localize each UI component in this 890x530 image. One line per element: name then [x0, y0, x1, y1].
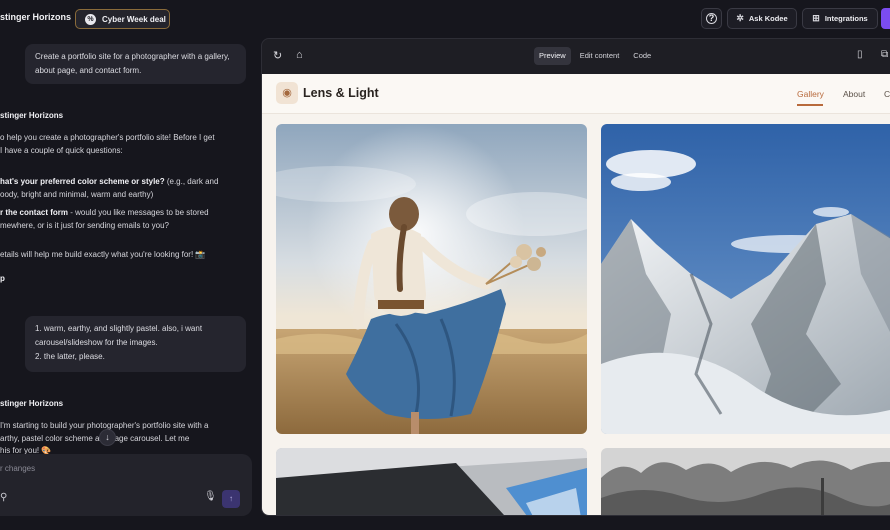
- brand-name: stinger Horizons: [0, 12, 72, 22]
- gallery-photo-woman-field[interactable]: [276, 124, 587, 434]
- tab-code[interactable]: Code: [628, 47, 656, 65]
- attach-icon[interactable]: ⚲: [0, 492, 7, 503]
- question-2-rest: - would you like messages to be stored: [68, 208, 209, 217]
- question-1-bold: hat's your preferred color scheme or sty…: [0, 177, 165, 186]
- ask-kodee-button[interactable]: ✲ Ask Kodee: [727, 8, 797, 29]
- gallery-photo-building[interactable]: [276, 448, 587, 515]
- percent-badge-icon: %: [85, 13, 96, 25]
- preview-tabs: Preview Edit content Code: [534, 47, 656, 65]
- question-1-line2: oody, bright and minimal, warm and earth…: [0, 189, 154, 199]
- message-line: 2. the latter, please.: [35, 352, 105, 361]
- send-arrow-icon[interactable]: ↑: [222, 490, 240, 508]
- preview-panel: ↻ ⌂ Preview Edit content Code ▯ ⧉ ◉ Lens…: [261, 38, 890, 516]
- question-2: r the contact form - would you like mess…: [0, 207, 245, 232]
- reply-line: arthy, pastel color scheme an image caro…: [0, 433, 190, 443]
- scroll-to-bottom-button[interactable]: ↓: [99, 429, 116, 446]
- grid-icon: ⊞: [812, 13, 820, 23]
- help-circle-icon: ?: [706, 13, 717, 24]
- active-nav-underline: [797, 104, 823, 106]
- building-image: [276, 448, 587, 515]
- assistant-reply-1: o help you create a photographer's portf…: [0, 132, 245, 157]
- site-header: ◉ Lens & Light Gallery About Co: [262, 74, 890, 114]
- nav-gallery[interactable]: Gallery: [797, 89, 824, 99]
- reply-closing: etails will help me build exactly what y…: [0, 250, 206, 259]
- tab-edit-content[interactable]: Edit content: [575, 47, 625, 65]
- composer-placeholder[interactable]: r changes: [0, 464, 35, 473]
- mountains-image: [601, 124, 890, 434]
- ask-kodee-label: Ask Kodee: [748, 14, 788, 23]
- collapsed-item: p: [0, 274, 5, 283]
- camera-icon: ◉: [276, 82, 298, 104]
- woman-field-image: [276, 124, 587, 434]
- arrow-down-icon: ↓: [105, 432, 110, 442]
- site-name: Lens & Light: [303, 86, 379, 100]
- sparkle-icon: ✲: [736, 13, 744, 23]
- assistant-author-1: stinger Horizons: [0, 111, 64, 120]
- question-2-bold: r the contact form: [0, 208, 69, 217]
- publish-button[interactable]: [881, 8, 890, 29]
- reply-line: I have a couple of quick questions:: [0, 145, 123, 155]
- user-message-2: 1. warm, earthy, and slightly pastel. al…: [25, 316, 246, 372]
- integrations-label: Integrations: [824, 14, 868, 23]
- message-line: carousel/slideshow for the images.: [35, 338, 158, 347]
- external-link-icon[interactable]: ⧉: [881, 49, 888, 60]
- site-preview: ◉ Lens & Light Gallery About Co: [262, 74, 890, 515]
- message-composer[interactable]: r changes ⚲ 🎙︎ ↑: [0, 454, 252, 516]
- assistant-reply-2: I'm starting to build your photographer'…: [0, 420, 245, 458]
- reply-line: o help you create a photographer's portf…: [0, 133, 215, 142]
- gallery-photo-mountains[interactable]: [601, 124, 890, 434]
- home-icon[interactable]: ⌂: [296, 49, 303, 61]
- help-button[interactable]: ?: [701, 8, 722, 29]
- reply-line: I'm starting to build your photographer'…: [0, 421, 209, 430]
- question-1: hat's your preferred color scheme or sty…: [0, 176, 245, 201]
- trees-image: [601, 448, 890, 515]
- message-line: 1. warm, earthy, and slightly pastel. al…: [35, 324, 203, 333]
- tab-preview[interactable]: Preview: [534, 47, 571, 65]
- question-1-rest: (e.g., dark and: [164, 177, 219, 186]
- gallery-photo-trees[interactable]: [601, 448, 890, 515]
- assistant-author-2: stinger Horizons: [0, 399, 64, 408]
- mobile-device-icon[interactable]: ▯: [857, 49, 863, 60]
- nav-about[interactable]: About: [843, 89, 865, 99]
- deal-label: Cyber Week deal: [102, 14, 166, 24]
- nav-contact[interactable]: Co: [884, 89, 890, 99]
- microphone-icon[interactable]: 🎙︎: [204, 491, 217, 502]
- question-2-line2: mewhere, or is it just for sending email…: [0, 220, 169, 230]
- preview-toolbar: ↻ ⌂ Preview Edit content Code ▯ ⧉: [262, 39, 890, 74]
- cyber-week-deal-button[interactable]: % Cyber Week deal: [75, 9, 170, 29]
- top-bar: stinger Horizons % Cyber Week deal ? ✲ A…: [0, 0, 890, 38]
- user-message-1: Create a portfolio site for a photograph…: [25, 44, 246, 84]
- chat-panel: Create a portfolio site for a photograph…: [0, 38, 258, 530]
- integrations-button[interactable]: ⊞ Integrations: [802, 8, 878, 29]
- refresh-icon[interactable]: ↻: [273, 49, 282, 62]
